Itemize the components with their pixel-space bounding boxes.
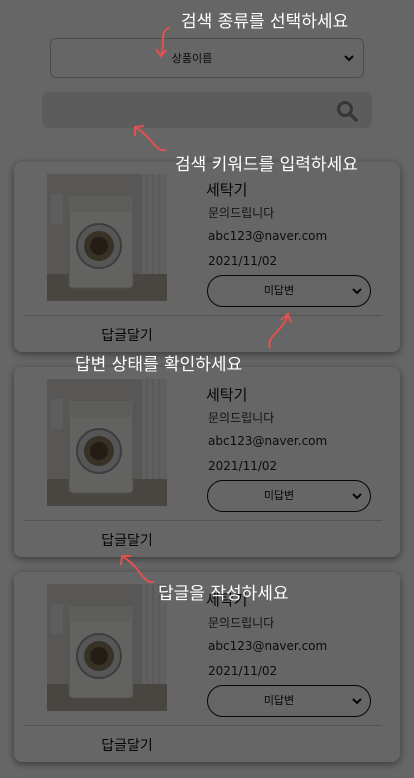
inquiry-list-page: 상품이름 세탁기 문의드립니다 abc123@naver.com 2021/11… — [0, 0, 414, 778]
card-divider — [24, 315, 382, 316]
curved-arrow-icon — [120, 555, 155, 584]
item-title: 세탁기 — [206, 386, 248, 404]
reply-button[interactable]: 답글달기 — [58, 530, 196, 550]
card-divider — [24, 725, 382, 726]
item-email: abc123@naver.com — [208, 229, 328, 243]
chevron-down-icon — [344, 55, 354, 62]
chevron-down-icon — [352, 493, 362, 500]
answer-status-select[interactable]: 미답변 — [207, 275, 371, 307]
chevron-down-icon — [352, 698, 362, 705]
product-image — [47, 379, 167, 506]
item-subject: 문의드립니다 — [208, 411, 275, 425]
guide-write-reply: 답글을 작성하세요 — [158, 584, 289, 604]
reply-button[interactable]: 답글달기 — [58, 735, 196, 755]
chevron-down-icon — [352, 288, 362, 295]
reply-button[interactable]: 답글달기 — [58, 325, 196, 345]
answer-status-value: 미답변 — [263, 284, 295, 297]
curved-arrow-icon — [268, 312, 292, 349]
curved-arrow-icon — [155, 26, 171, 58]
guide-enter-keyword: 검색 키워드를 입력하세요 — [175, 155, 358, 175]
search-keyword-box — [42, 92, 372, 128]
item-date: 2021/11/02 — [208, 254, 278, 268]
item-date: 2021/11/02 — [208, 459, 278, 473]
inquiry-card: 세탁기 문의드립니다 abc123@naver.com 2021/11/02 미… — [14, 162, 400, 352]
product-image — [47, 174, 167, 301]
guide-check-status: 답변 상태를 확인하세요 — [75, 355, 243, 375]
answer-status-value: 미답변 — [263, 489, 295, 502]
inquiry-card: 세탁기 문의드립니다 abc123@naver.com 2021/11/02 미… — [14, 367, 400, 557]
search-input[interactable] — [52, 100, 326, 122]
product-image — [47, 584, 167, 711]
answer-status-value: 미답변 — [263, 694, 295, 707]
item-date: 2021/11/02 — [208, 664, 278, 678]
search-type-value: 상품이름 — [171, 52, 213, 65]
item-title: 세탁기 — [206, 181, 248, 199]
answer-status-select[interactable]: 미답변 — [207, 480, 371, 512]
answer-status-select[interactable]: 미답변 — [207, 685, 371, 717]
item-subject: 문의드립니다 — [208, 616, 275, 630]
search-icon[interactable] — [336, 100, 358, 122]
item-subject: 문의드립니다 — [208, 206, 275, 220]
curved-arrow-icon — [134, 125, 167, 152]
card-divider — [24, 520, 382, 521]
guide-select-search-type: 검색 종류를 선택하세요 — [181, 12, 349, 32]
search-type-select[interactable]: 상품이름 — [50, 38, 364, 78]
item-email: abc123@naver.com — [208, 639, 328, 653]
item-email: abc123@naver.com — [208, 434, 328, 448]
